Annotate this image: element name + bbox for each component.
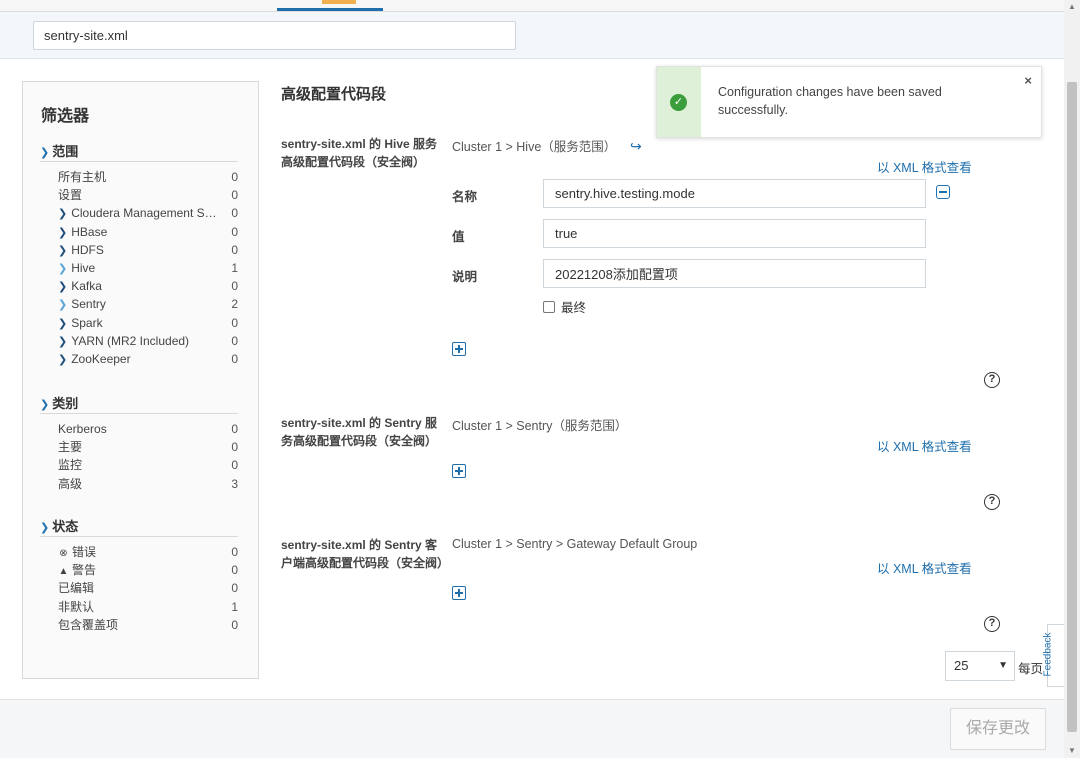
- add-property-icon[interactable]: [452, 342, 466, 356]
- chevron-down-icon: ❯: [40, 147, 50, 159]
- search-input[interactable]: [33, 21, 516, 50]
- filter-section-header[interactable]: ❯ 状态: [40, 517, 238, 537]
- chevron-right-icon[interactable]: ❯: [58, 281, 67, 293]
- filter-item-hbase[interactable]: ❯ HBase 0: [40, 223, 238, 241]
- filter-item-kerberos[interactable]: Kerberos 0: [40, 420, 238, 438]
- help-icon[interactable]: ?: [984, 616, 1000, 632]
- error-circle-icon: ⊗: [59, 548, 68, 559]
- filter-item-error[interactable]: ⊗ 错误 0: [40, 543, 238, 561]
- filter-item-has-overrides[interactable]: 包含覆盖项 0: [40, 616, 238, 634]
- filter-section-title: 状态: [52, 519, 79, 534]
- scrollbar[interactable]: ▲ ▼: [1064, 0, 1080, 758]
- add-property-icon[interactable]: [452, 464, 466, 478]
- scroll-down-icon[interactable]: ▼: [1068, 746, 1076, 755]
- config-label-sentry-service: sentry-site.xml 的 Sentry 服务高级配置代码段（安全阀）: [281, 416, 438, 448]
- chevron-right-icon[interactable]: ❯: [58, 299, 67, 311]
- per-page-select[interactable]: 25 ▼: [945, 651, 1015, 681]
- config-label-sentry-client: sentry-site.xml 的 Sentry 客户端高级配置代码段（安全阀）: [281, 538, 450, 570]
- active-tab-marker: [322, 0, 356, 4]
- filter-item-settings[interactable]: 设置 0: [40, 186, 238, 204]
- name-label: 名称: [452, 190, 478, 204]
- success-toast: ✓ Configuration changes have been saved …: [656, 66, 1042, 138]
- description-label: 说明: [452, 270, 478, 284]
- chevron-right-icon[interactable]: ❯: [58, 354, 67, 366]
- filter-item-hdfs[interactable]: ❯ HDFS 0: [40, 241, 238, 259]
- filter-item-edited[interactable]: 已编辑 0: [40, 579, 238, 597]
- name-input[interactable]: [543, 179, 926, 208]
- config-scope-sentry-service: Cluster 1 > Sentry（服务范围）: [452, 419, 628, 433]
- value-input[interactable]: [543, 219, 926, 248]
- chevron-right-icon[interactable]: ❯: [58, 318, 67, 330]
- footer-bar: 保存更改: [0, 699, 1064, 758]
- config-scope-hive: Cluster 1 > Hive（服务范围） ↩: [452, 138, 643, 155]
- filter-section-category: ❯ 类别 Kerberos 0 主要 0 监控 0 高级 3: [40, 394, 238, 493]
- filter-item-warning[interactable]: ▲ 警告 0: [40, 561, 238, 579]
- value-label: 值: [452, 230, 465, 244]
- help-icon[interactable]: ?: [984, 372, 1000, 388]
- active-tab-underline[interactable]: [277, 8, 383, 11]
- view-as-xml-link[interactable]: 以 XML 格式查看: [877, 436, 972, 455]
- filter-item-sentry[interactable]: ❯ Sentry 2: [40, 295, 238, 313]
- chevron-right-icon[interactable]: ❯: [58, 336, 67, 348]
- filter-item-yarn[interactable]: ❯ YARN (MR2 Included) 0: [40, 332, 238, 350]
- filter-section-status: ❯ 状态 ⊗ 错误 0 ▲ 警告 0 已编辑 0 非默认 1 包含覆盖项 0: [40, 517, 238, 634]
- filter-item-advanced[interactable]: 高级 3: [40, 475, 238, 493]
- view-as-xml-link[interactable]: 以 XML 格式查看: [877, 157, 972, 176]
- chevron-right-icon[interactable]: ❯: [58, 263, 67, 275]
- config-label-hive: sentry-site.xml 的 Hive 服务高级配置代码段（安全阀）: [281, 137, 438, 169]
- filter-title: 筛选器: [41, 108, 90, 125]
- filter-item-spark[interactable]: ❯ Spark 0: [40, 314, 238, 332]
- remove-property-icon[interactable]: [936, 185, 950, 199]
- filter-section-header[interactable]: ❯ 类别: [40, 394, 238, 414]
- chevron-right-icon[interactable]: ❯: [58, 245, 67, 257]
- scroll-up-icon[interactable]: ▲: [1068, 2, 1076, 11]
- top-nav-bar: [0, 0, 1064, 12]
- chevron-down-icon: ❯: [40, 399, 50, 411]
- chevron-down-icon: ❯: [40, 522, 50, 534]
- description-input[interactable]: [543, 259, 926, 288]
- checkbox-box[interactable]: [543, 300, 555, 313]
- filter-item-kafka[interactable]: ❯ Kafka 0: [40, 277, 238, 295]
- filter-item-main[interactable]: 主要 0: [40, 438, 238, 456]
- filter-item-all-hosts[interactable]: 所有主机 0: [40, 168, 238, 186]
- help-icon[interactable]: ?: [984, 494, 1000, 510]
- warning-triangle-icon: ▲: [58, 566, 69, 578]
- view-as-xml-link[interactable]: 以 XML 格式查看: [877, 558, 972, 577]
- filter-item-non-default[interactable]: 非默认 1: [40, 598, 238, 616]
- filter-panel: 筛选器 ❯ 范围 所有主机 0 设置 0 ❯ Cloudera Management S…: [22, 81, 259, 679]
- check-circle-icon: ✓: [670, 94, 687, 111]
- add-property-icon[interactable]: [452, 586, 466, 600]
- filter-section-title: 范围: [52, 144, 79, 159]
- toast-status-bar: ✓: [657, 67, 701, 137]
- config-scope-sentry-client: Cluster 1 > Sentry > Gateway Default Gro…: [452, 537, 698, 551]
- filter-section-scope: ❯ 范围 所有主机 0 设置 0 ❯ Cloudera Management Ser..…: [40, 142, 238, 368]
- chevron-down-icon: ▼: [998, 660, 1008, 671]
- scroll-thumb[interactable]: [1067, 82, 1077, 732]
- final-checkbox[interactable]: 最终: [543, 297, 586, 316]
- page-title: 高级配置代码段: [281, 86, 387, 103]
- save-changes-button[interactable]: 保存更改: [950, 708, 1046, 750]
- undo-icon[interactable]: ↩: [630, 138, 642, 155]
- toast-message: Configuration changes have been saved su…: [718, 85, 942, 117]
- filter-item-hive[interactable]: ❯ Hive 1: [40, 259, 238, 277]
- chevron-right-icon[interactable]: ❯: [58, 227, 67, 239]
- feedback-tab[interactable]: Feedback: [1042, 624, 1064, 687]
- chevron-right-icon[interactable]: ❯: [58, 208, 67, 220]
- close-icon[interactable]: ×: [1024, 73, 1032, 88]
- filter-section-header[interactable]: ❯ 范围: [40, 142, 238, 162]
- filter-item-zookeeper[interactable]: ❯ ZooKeeper 0: [40, 350, 238, 368]
- per-page-label: 每页: [1018, 662, 1044, 676]
- filter-item-monitoring[interactable]: 监控 0: [40, 456, 238, 474]
- search-bar: [0, 12, 1064, 59]
- filter-section-title: 类别: [52, 396, 79, 411]
- filter-item-cloudera-management[interactable]: ❯ Cloudera Management Ser... 0: [40, 204, 238, 222]
